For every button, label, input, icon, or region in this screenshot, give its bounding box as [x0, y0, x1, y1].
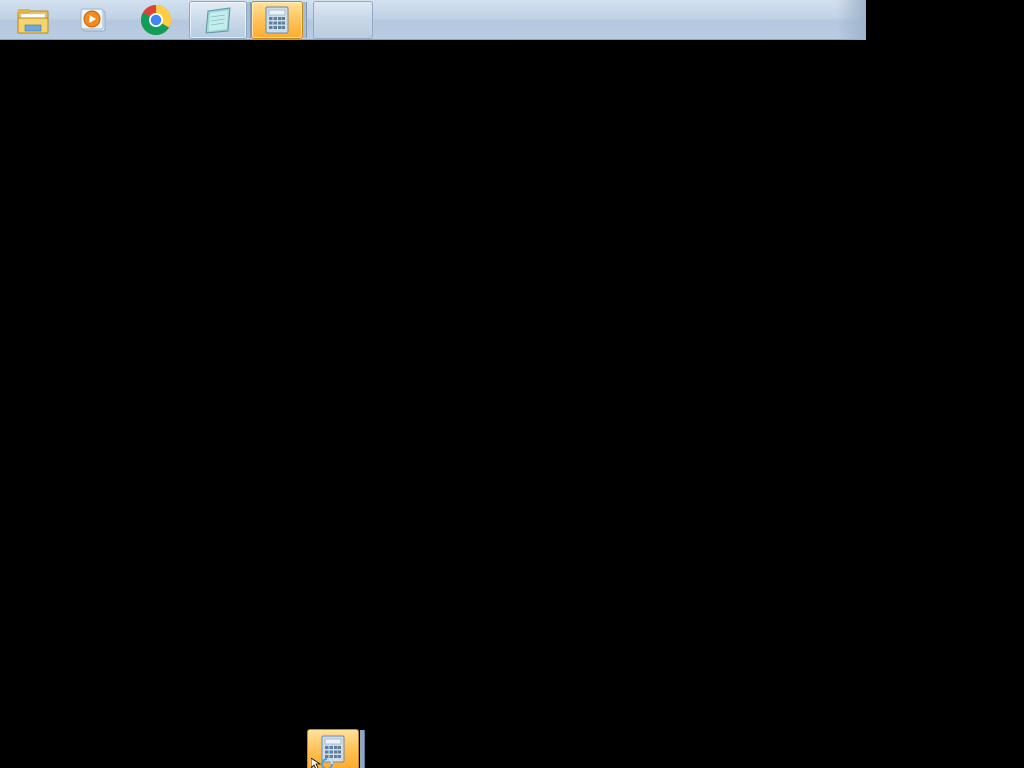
taskbar-button-empty[interactable] [313, 1, 373, 39]
folder-icon [17, 9, 49, 34]
taskbar [0, 0, 866, 40]
taskbar-edge [836, 0, 866, 40]
taskbar-stack-indicator [303, 2, 307, 38]
taskbar-button-file-explorer[interactable] [4, 1, 62, 39]
taskbar-button-chrome[interactable] [127, 1, 185, 39]
busy-cursor-icon [311, 758, 333, 768]
chrome-icon [140, 4, 172, 36]
dragged-stack-indicator [360, 730, 365, 768]
taskbar-button-media-player[interactable] [64, 1, 122, 39]
media-player-icon [80, 8, 106, 32]
calculator-icon [265, 6, 289, 34]
desktop [0, 0, 1024, 768]
taskbar-button-notepad[interactable] [189, 1, 247, 39]
notepad-icon [205, 7, 231, 34]
taskbar-button-calculator[interactable] [251, 1, 303, 39]
